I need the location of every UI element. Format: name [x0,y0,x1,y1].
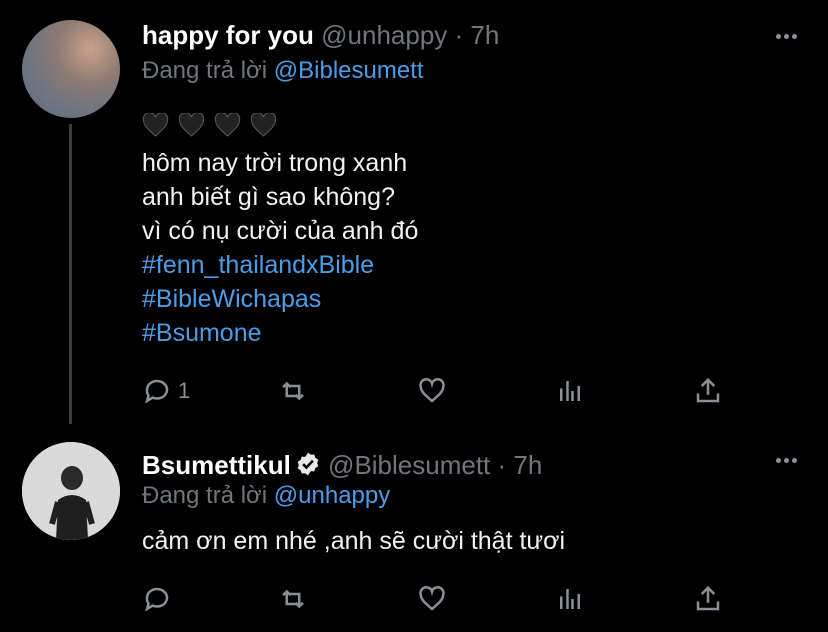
timestamp[interactable]: · 7h [498,450,543,480]
retweet-icon [282,381,304,401]
like-button[interactable] [417,374,447,408]
like-icon [419,585,445,611]
tweet-actions: 1 [142,374,742,408]
avatar[interactable] [22,20,120,118]
reply-icon [144,379,169,404]
text-line: hôm nay trời trong xanh [142,149,408,177]
share-button[interactable] [693,582,723,616]
hashtag-link[interactable]: #Bsumone [142,316,418,350]
reply-prefix: Đang trả lời [142,57,268,84]
black-heart-icon [178,112,205,137]
tweet-header: happy for you @unhappy · 7h [142,20,499,51]
analytics-icon [560,381,580,401]
reply-mention[interactable]: @unhappy [274,482,390,509]
more-icon[interactable] [776,458,798,466]
display-name[interactable]: Bsumettikul [142,450,291,480]
replying-to: Đang trả lời @Biblesumett [142,57,424,85]
retweet-button[interactable] [278,582,308,616]
tweet-actions [142,582,742,616]
retweet-button[interactable] [278,374,308,408]
black-heart-icon [142,112,169,137]
verified-icon [297,452,319,476]
reply-button[interactable] [142,582,172,616]
more-icon[interactable] [776,34,798,42]
share-icon [696,377,720,403]
timestamp[interactable]: · 7h [455,20,500,50]
like-icon [419,377,445,403]
text-line: cảm ơn em nhé ,anh sẽ cười thật tươi [142,527,566,555]
tweet-header: Bsumettikul @Biblesumett · 7h [142,450,542,481]
reply-mention[interactable]: @Biblesumett [274,57,424,84]
text-line: anh biết gì sao không? [142,183,395,211]
tweet-text: hôm nay trời trong xanh anh biết gì sao … [142,146,418,350]
hashtag-link[interactable]: #BibleWichapas [142,282,418,316]
hashtag-link[interactable]: #fenn_thailandxBible [142,248,418,282]
analytics-icon [560,589,580,609]
analytics-button[interactable] [555,374,585,408]
emoji-hearts: 🖤🖤🖤🖤 [142,112,286,142]
black-heart-icon [250,112,277,137]
share-button[interactable] [693,374,723,408]
replying-to: Đang trả lời @unhappy [142,482,390,510]
tweet-1[interactable]: happy for you @unhappy · 7h Đang trả lời… [0,0,828,430]
reply-icon [144,587,169,612]
analytics-button[interactable] [555,582,585,616]
retweet-icon [282,589,304,609]
text-line: vì có nụ cười của anh đó [142,217,419,245]
like-button[interactable] [417,582,447,616]
share-icon [696,585,720,611]
user-handle[interactable]: @unhappy [321,20,447,50]
black-heart-icon [214,112,241,137]
reply-button[interactable]: 1 [142,374,190,408]
thread-line [69,124,72,424]
tweet-2[interactable]: Bsumettikul @Biblesumett · 7h Đang trả l… [0,430,828,632]
display-name[interactable]: happy for you [142,20,314,50]
reply-prefix: Đang trả lời [142,482,268,509]
avatar[interactable] [22,442,120,540]
reply-count: 1 [178,378,191,403]
user-handle[interactable]: @Biblesumett [328,450,490,480]
person-photo [22,442,120,540]
tweet-text: cảm ơn em nhé ,anh sẽ cười thật tươi [142,524,565,558]
